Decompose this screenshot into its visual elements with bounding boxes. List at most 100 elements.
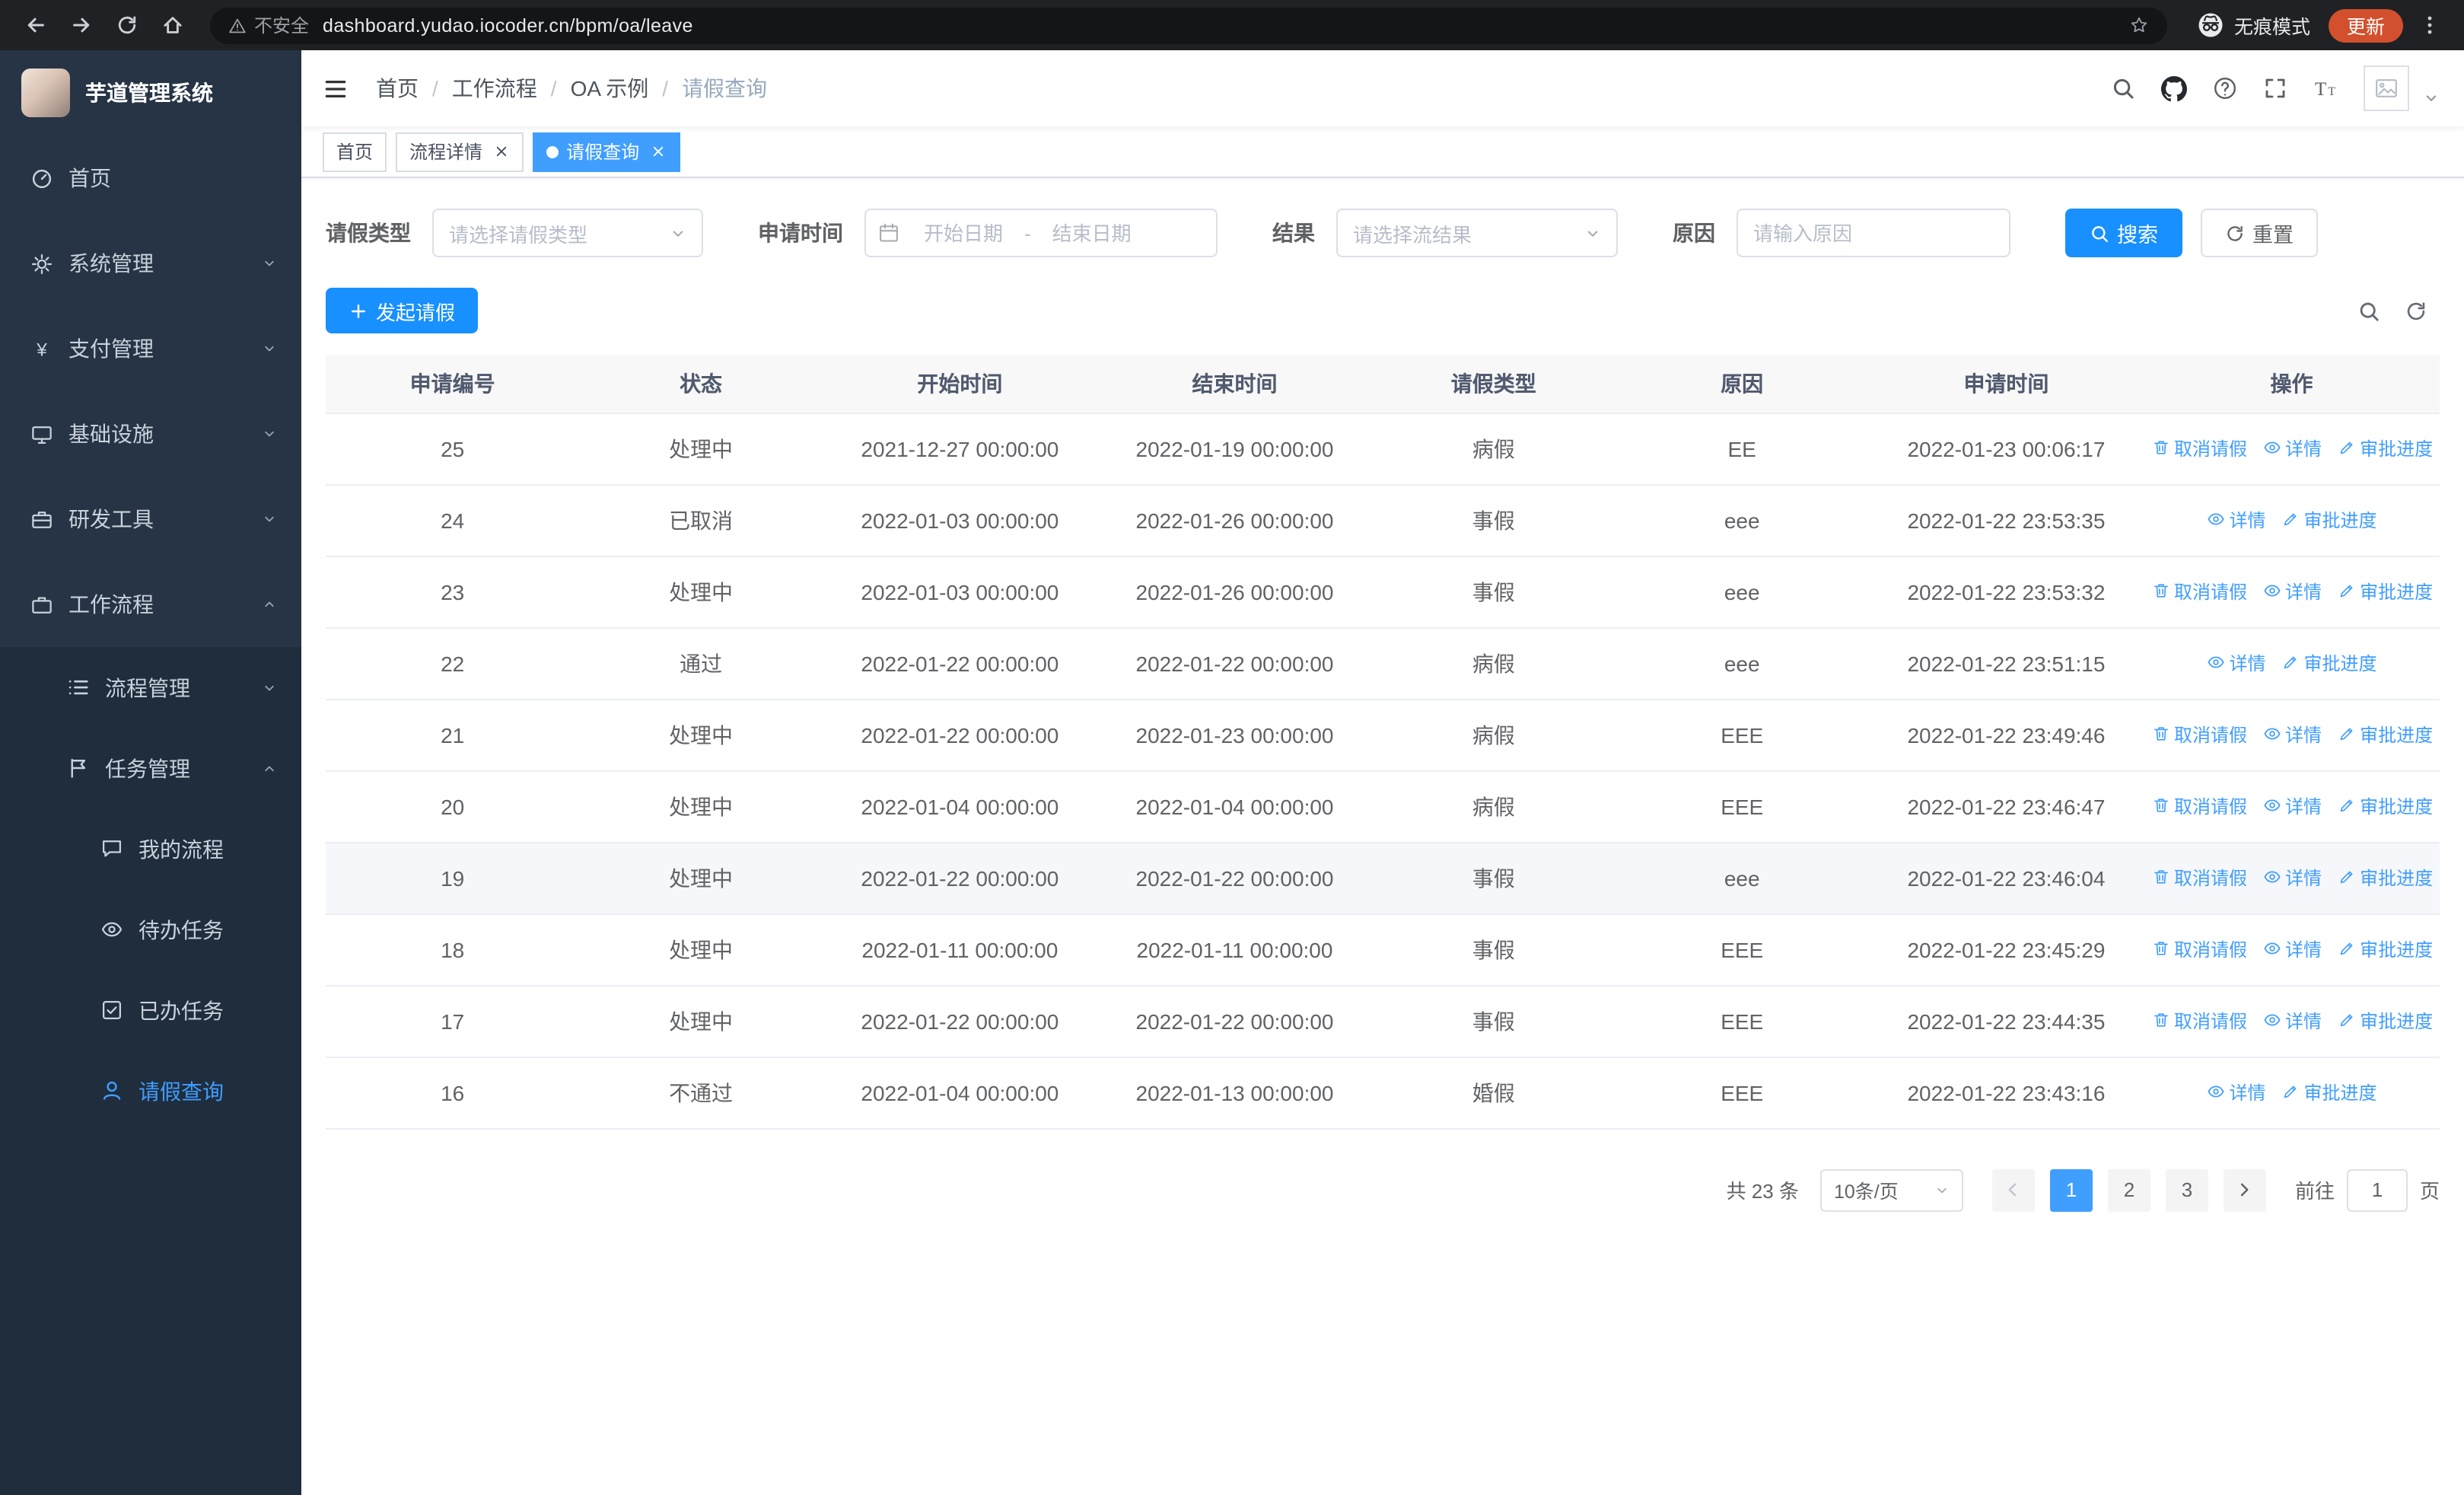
security-status: 不安全 xyxy=(228,12,309,38)
reset-button[interactable]: 重置 xyxy=(2201,209,2318,257)
op-detail-link[interactable]: 详情 xyxy=(2206,1079,2266,1105)
trash-icon xyxy=(2151,797,2170,815)
browser-home-icon[interactable] xyxy=(152,5,192,45)
refresh-table-icon[interactable] xyxy=(2405,299,2427,322)
cell-operations: 取消请假 详情 审批进度 xyxy=(2144,556,2440,628)
op-progress-link[interactable]: 审批进度 xyxy=(2337,579,2433,604)
sidebar-item-devtools[interactable]: 研发工具 xyxy=(0,477,301,562)
chevron-down-icon xyxy=(262,680,277,695)
breadcrumb-item[interactable]: 工作流程 xyxy=(452,73,537,104)
sidebar-item-leave-query[interactable]: 请假查询 xyxy=(0,1050,301,1131)
github-icon[interactable] xyxy=(2161,75,2187,101)
op-detail-link[interactable]: 详情 xyxy=(2262,936,2322,962)
bookmark-star-icon[interactable] xyxy=(2129,15,2149,35)
op-detail-link[interactable]: 详情 xyxy=(2262,793,2322,819)
start-date-input[interactable] xyxy=(909,222,1018,244)
cell-apply_time: 2022-01-22 23:45:29 xyxy=(1868,913,2144,986)
goto-page-input[interactable] xyxy=(2346,1168,2408,1211)
date-range-picker[interactable]: - xyxy=(864,209,1218,257)
next-page-button[interactable] xyxy=(2223,1168,2266,1211)
sidebar-item-my-process[interactable]: 我的流程 xyxy=(0,808,301,889)
end-date-input[interactable] xyxy=(1036,222,1147,244)
leave-type-select[interactable]: 请选择请假类型 xyxy=(432,209,703,257)
op-detail-link[interactable]: 详情 xyxy=(2262,435,2322,461)
op-label: 详情 xyxy=(2285,438,2322,460)
sidebar-item-payment[interactable]: ¥ 支付管理 xyxy=(0,306,301,391)
op-progress-link[interactable]: 审批进度 xyxy=(2337,793,2433,819)
browser-menu-icon[interactable] xyxy=(2409,5,2449,45)
breadcrumb-item[interactable]: 首页 xyxy=(376,73,419,104)
browser-update-button[interactable]: 更新 xyxy=(2328,8,2403,42)
sidebar-item-task-mgmt[interactable]: 任务管理 xyxy=(0,728,301,808)
op-cancel-link[interactable]: 取消请假 xyxy=(2151,936,2247,962)
tab-2[interactable]: 流程详情 xyxy=(396,132,524,171)
tab-close-icon[interactable] xyxy=(493,143,510,160)
avatar[interactable] xyxy=(2364,65,2409,111)
op-detail-link[interactable]: 详情 xyxy=(2262,1008,2322,1034)
address-bar[interactable]: 不安全 dashboard.yudao.iocoder.cn/bpm/oa/le… xyxy=(210,7,2167,43)
op-detail-link[interactable]: 详情 xyxy=(2206,650,2266,676)
browser-back-icon[interactable] xyxy=(15,5,55,45)
help-icon[interactable] xyxy=(2213,76,2237,100)
result-select[interactable]: 请选择流结果 xyxy=(1336,209,1618,257)
page-button-2[interactable]: 2 xyxy=(2107,1168,2150,1211)
sidebar-item-infrastructure[interactable]: 基础设施 xyxy=(0,391,301,477)
cell-reason: EEE xyxy=(1615,913,1869,986)
table-row: 21 处理中 2022-01-22 00:00:00 2022-01-23 00:00… xyxy=(326,699,2440,771)
op-progress-link[interactable]: 审批进度 xyxy=(2337,865,2433,891)
logo[interactable]: 芋道管理系统 xyxy=(0,50,301,135)
search-icon[interactable] xyxy=(2111,76,2135,100)
breadcrumb: 首页 / 工作流程 / OA 示例 / 请假查询 xyxy=(376,73,767,104)
op-progress-link[interactable]: 审批进度 xyxy=(2281,1079,2377,1105)
op-progress-link[interactable]: 审批进度 xyxy=(2281,650,2377,676)
tab-1[interactable]: 首页 xyxy=(323,132,387,171)
reason-input[interactable] xyxy=(1753,222,1994,244)
cell-id: 19 xyxy=(326,842,580,914)
sidebar-item-process-mgmt[interactable]: 流程管理 xyxy=(0,647,301,728)
create-leave-button[interactable]: 发起请假 xyxy=(326,288,479,333)
search-button[interactable]: 搜索 xyxy=(2065,209,2182,257)
op-cancel-link[interactable]: 取消请假 xyxy=(2151,865,2247,891)
chat-icon xyxy=(100,837,123,860)
sidebar-item-system[interactable]: 系统管理 xyxy=(0,221,301,306)
toggle-search-icon[interactable] xyxy=(2357,299,2380,322)
cell-apply_time: 2022-01-22 23:46:47 xyxy=(1868,770,2144,843)
op-cancel-link[interactable]: 取消请假 xyxy=(2151,1008,2247,1034)
chevron-down-icon xyxy=(262,341,277,356)
op-progress-link[interactable]: 审批进度 xyxy=(2281,507,2377,533)
tab-3[interactable]: 请假查询 xyxy=(533,132,681,171)
sidebar-item-workflow[interactable]: 工作流程 xyxy=(0,562,301,647)
op-label: 审批进度 xyxy=(2303,652,2377,674)
fullscreen-icon[interactable] xyxy=(2263,76,2287,100)
op-cancel-link[interactable]: 取消请假 xyxy=(2151,722,2247,748)
hamburger-icon[interactable] xyxy=(323,75,349,101)
page-size-select[interactable]: 10条/页 xyxy=(1819,1168,1963,1211)
browser-reload-icon[interactable] xyxy=(107,5,146,45)
sidebar-item-home[interactable]: 首页 xyxy=(0,135,301,221)
op-progress-link[interactable]: 审批进度 xyxy=(2337,722,2433,748)
prev-page-button[interactable] xyxy=(1991,1168,2035,1211)
op-detail-link[interactable]: 详情 xyxy=(2206,507,2266,533)
op-detail-link[interactable]: 详情 xyxy=(2262,579,2322,604)
op-cancel-link[interactable]: 取消请假 xyxy=(2151,435,2247,461)
sidebar-item-done-tasks[interactable]: 已办任务 xyxy=(0,970,301,1050)
cell-id: 23 xyxy=(326,556,580,628)
avatar-caret-icon[interactable] xyxy=(2423,90,2440,111)
sidebar-menu: 首页 系统管理 ¥ 支付管理 基础设施 研发工具 工作流程 流程管理 任务管理 我的流程 待办任务已… xyxy=(0,135,301,1131)
cell-start: 2022-01-03 00:00:00 xyxy=(822,556,1097,628)
tab-close-icon[interactable] xyxy=(650,143,667,160)
op-progress-link[interactable]: 审批进度 xyxy=(2337,1008,2433,1034)
page-button-3[interactable]: 3 xyxy=(2165,1168,2208,1211)
op-cancel-link[interactable]: 取消请假 xyxy=(2151,579,2247,604)
op-progress-link[interactable]: 审批进度 xyxy=(2337,435,2433,461)
browser-forward-icon[interactable] xyxy=(61,5,100,45)
op-progress-link[interactable]: 审批进度 xyxy=(2337,936,2433,962)
op-detail-link[interactable]: 详情 xyxy=(2262,865,2322,891)
sidebar-item-todo-tasks[interactable]: 待办任务 xyxy=(0,889,301,970)
page-button-1[interactable]: 1 xyxy=(2049,1168,2093,1211)
breadcrumb-item[interactable]: OA 示例 xyxy=(571,73,649,104)
op-cancel-link[interactable]: 取消请假 xyxy=(2151,793,2247,819)
font-size-icon[interactable]: TT xyxy=(2313,76,2338,100)
op-detail-link[interactable]: 详情 xyxy=(2262,722,2322,748)
active-tab-dot xyxy=(546,145,559,158)
